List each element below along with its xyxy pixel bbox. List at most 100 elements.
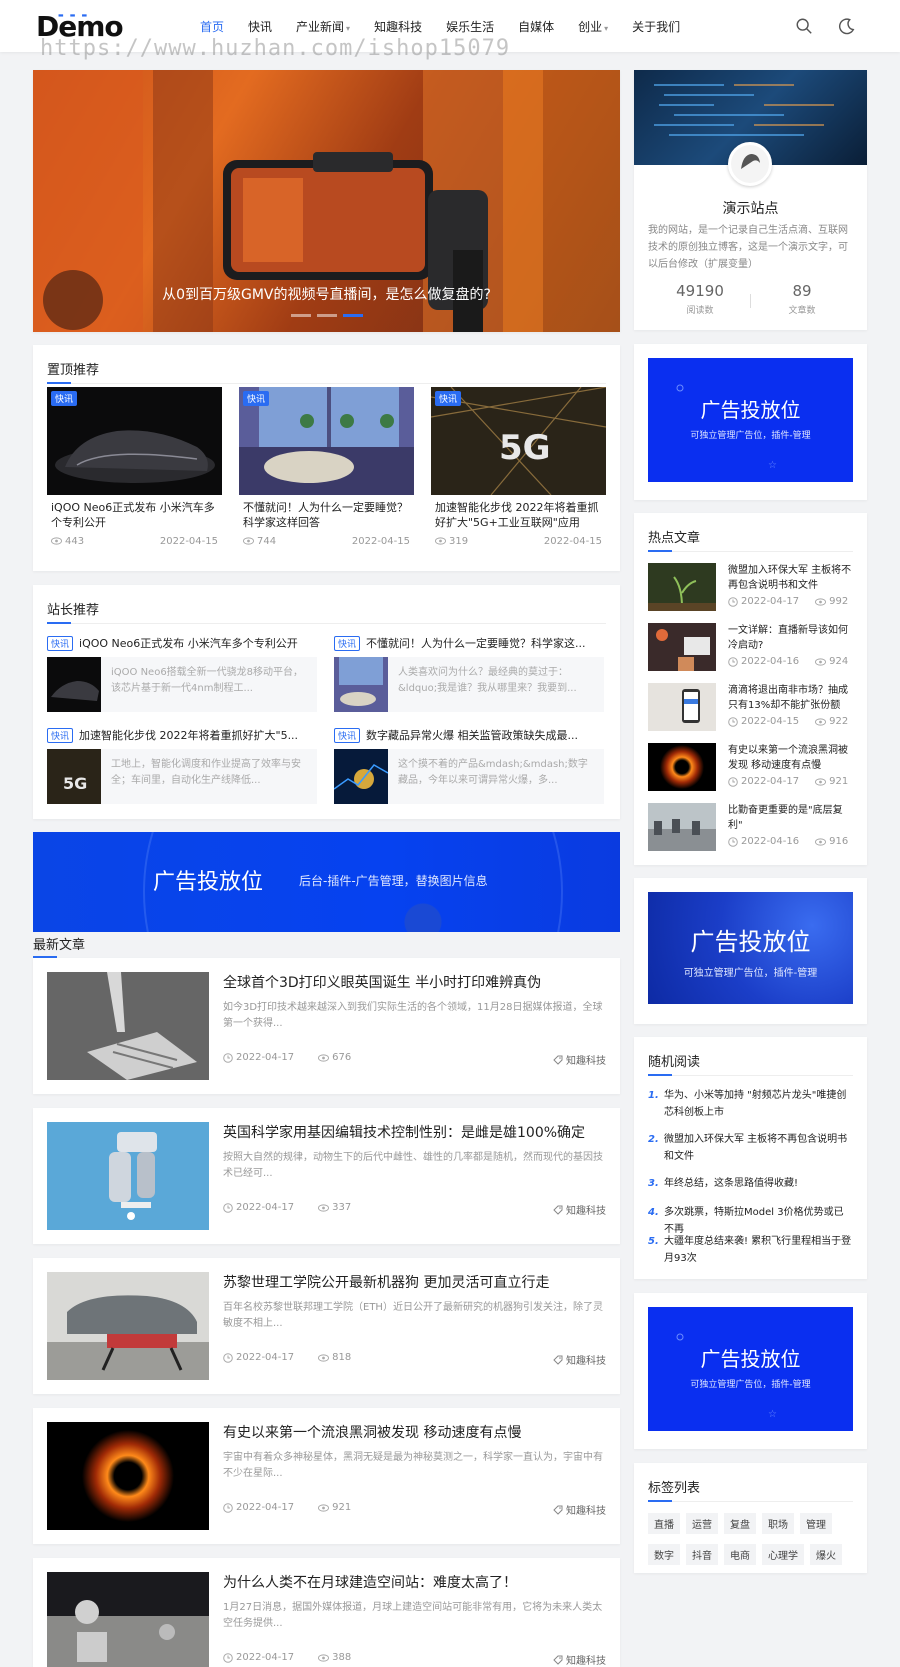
moon-icon[interactable] — [838, 17, 856, 35]
category-badge[interactable]: 快讯 — [334, 727, 361, 743]
tag-chip[interactable]: 职场 — [762, 1513, 794, 1534]
article-category[interactable]: 知趣科技 — [553, 1052, 606, 1067]
article-thumbnail[interactable] — [47, 1572, 209, 1667]
item-title[interactable]: 不懂就问！人为什么一定要睡觉？科学家这... — [366, 635, 586, 651]
nav-item[interactable]: 知趣科技 — [374, 18, 422, 35]
hot-article-item[interactable]: 一文详解：直播新导该如何冷启动? 2022-04-16 924 — [648, 623, 853, 671]
recommend-title[interactable]: 不懂就问！人为什么一定要睡觉？科学家这样回答 — [239, 500, 414, 530]
recommend-card[interactable]: 5G 快讯 加速智能化步伐 2022年将着重抓好扩大"5G+工业互联网"应用 319 2… — [431, 387, 606, 547]
tag-chip[interactable]: 直播 — [648, 1513, 680, 1534]
item-thumbnail[interactable]: 5G — [47, 749, 101, 804]
random-article-item[interactable]: 2. 微盟加入环保大军 主板将不再包含说明书和文件 — [648, 1131, 853, 1165]
tag-chip[interactable]: 爆火 — [810, 1544, 842, 1565]
hero-slider[interactable]: 从0到百万级GMV的视频号直播间，是怎么做复盘的? — [33, 70, 620, 332]
item-thumbnail[interactable] — [333, 749, 389, 804]
editor-recommend-item[interactable]: 快讯 不懂就问！人为什么一定要睡觉？科学家这... 人类喜欢问为什么？最经典的莫过于… — [334, 635, 604, 712]
item-title[interactable]: 数字藏品异常火爆 相关监管政策缺失成最... — [366, 727, 578, 743]
article-title[interactable]: 英国科学家用基因编辑技术控制性别：是雌是雄100%确定 — [223, 1122, 585, 1142]
slider-dot-active[interactable] — [343, 314, 363, 317]
hot-article-item[interactable]: 微盟加入环保大军 主板将不再包含说明书和文件 2022-04-17 992 — [648, 563, 853, 611]
avatar[interactable] — [728, 142, 772, 186]
editor-recommend-item[interactable]: 快讯 数字藏品异常火爆 相关监管政策缺失成最... 这个摸不着的产品&mdash;&… — [333, 727, 604, 804]
nav-item[interactable]: 自媒体 — [518, 18, 554, 35]
nav-item[interactable]: 创业 ▾ — [578, 18, 608, 35]
recommend-card[interactable]: 快讯 iQOO Neo6正式发布 小米汽车多个专利公开 443 2022-04-15 — [47, 387, 222, 547]
hot-article-title[interactable]: 微盟加入环保大军 主板将不再包含说明书和文件 — [728, 563, 853, 593]
article-thumbnail[interactable] — [47, 1122, 209, 1230]
recommend-title[interactable]: 加速智能化步伐 2022年将着重抓好扩大"5G+工业互联网"应用 — [431, 500, 606, 530]
article-category[interactable]: 知趣科技 — [553, 1502, 606, 1517]
article-title[interactable]: 有史以来第一个流浪黑洞被发现 移动速度有点慢 — [223, 1422, 521, 1442]
hot-article-title[interactable]: 滴滴将退出南非市场？抽成只有13%却不能扩张份额 — [728, 683, 853, 713]
random-article-item[interactable]: 3. 年终总结，这条思路值得收藏! — [648, 1175, 853, 1192]
category-badge[interactable]: 快讯 — [47, 727, 74, 743]
item-title[interactable]: iQOO Neo6正式发布 小米汽车多个专利公开 — [79, 635, 298, 651]
hot-article-item[interactable]: 有史以来第一个流浪黑洞被发现 移动速度有点慢 2022-04-17 921 — [648, 743, 853, 791]
recommend-thumbnail[interactable]: 快讯 — [47, 387, 222, 495]
item-title[interactable]: 大疆年度总结来袭! 累积飞行里程相当于登月93次 — [664, 1233, 853, 1267]
recommend-thumbnail[interactable]: 快讯 — [239, 387, 414, 495]
category-badge[interactable]: 快讯 — [47, 635, 74, 651]
article-card[interactable]: 有史以来第一个流浪黑洞被发现 移动速度有点慢 宇宙中有着众多神秘星体，黑洞无疑是最… — [33, 1408, 620, 1544]
recommend-title[interactable]: iQOO Neo6正式发布 小米汽车多个专利公开 — [47, 500, 222, 530]
hot-article-thumbnail[interactable] — [648, 563, 716, 611]
editor-recommend-item[interactable]: 快讯 加速智能化步伐 2022年将着重抓好扩大"5... 5G 工地上，智能化调度和作… — [47, 727, 317, 804]
item-title[interactable]: 微盟加入环保大军 主板将不再包含说明书和文件 — [664, 1131, 853, 1165]
sidebar-ad-2[interactable]: 广告投放位 可独立管理广告位，插件-管理 — [634, 878, 867, 1024]
tag-chip[interactable]: 数字 — [648, 1544, 680, 1565]
random-article-item[interactable]: 5. 大疆年度总结来袭! 累积飞行里程相当于登月93次 — [648, 1233, 853, 1267]
item-title[interactable]: 华为、小米等加持 "射频芯片龙头"唯捷创芯科创板上市 — [664, 1087, 853, 1121]
tag-chip[interactable]: 心理学 — [762, 1544, 804, 1565]
article-title[interactable]: 苏黎世理工学院公开最新机器狗 更加灵活可直立行走 — [223, 1272, 549, 1292]
article-card[interactable]: 为什么人类不在月球建造空间站：难度太高了！ 1月27日消息，据国外媒体报道，月球上… — [33, 1558, 620, 1667]
item-thumbnail[interactable] — [47, 657, 101, 712]
item-thumbnail[interactable] — [334, 657, 388, 712]
article-thumbnail[interactable] — [47, 1272, 209, 1380]
hot-article-thumbnail[interactable] — [648, 623, 716, 671]
slider-dot[interactable] — [291, 314, 311, 317]
sidebar-ad-3[interactable]: ☆ 广告投放位 可独立管理广告位，插件-管理 — [634, 1293, 867, 1449]
random-article-item[interactable]: 1. 华为、小米等加持 "射频芯片龙头"唯捷创芯科创板上市 — [648, 1087, 853, 1121]
ad-banner-wide[interactable]: 广告投放位 后台-插件-广告管理，替换图片信息 — [33, 832, 620, 932]
recommend-card[interactable]: 快讯 不懂就问！人为什么一定要睡觉？科学家这样回答 744 2022-04-15 — [239, 387, 414, 547]
category-badge[interactable]: 快讯 — [51, 391, 78, 406]
article-title[interactable]: 为什么人类不在月球建造空间站：难度太高了！ — [223, 1572, 517, 1592]
article-card[interactable]: 英国科学家用基因编辑技术控制性别：是雌是雄100%确定 按照大自然的规律，动物生下… — [33, 1108, 620, 1244]
article-title[interactable]: 全球首个3D打印义眼英国诞生 半小时打印难辨真伪 — [223, 972, 541, 992]
search-icon[interactable] — [795, 17, 813, 35]
tag-chip[interactable]: 电商 — [724, 1544, 756, 1565]
nav-item[interactable]: 首页 — [200, 18, 224, 35]
item-title[interactable]: 年终总结，这条思路值得收藏! — [664, 1175, 798, 1192]
hot-article-item[interactable]: 比勤奋更重要的是"底层复利" 2022-04-16 916 — [648, 803, 853, 851]
article-card[interactable]: 苏黎世理工学院公开最新机器狗 更加灵活可直立行走 百年名校苏黎世联邦理工学院（ET… — [33, 1258, 620, 1394]
hot-article-item[interactable]: 滴滴将退出南非市场？抽成只有13%却不能扩张份额 2022-04-15 922 — [648, 683, 853, 731]
nav-item[interactable]: 快讯 — [248, 18, 272, 35]
category-badge[interactable]: 快讯 — [435, 391, 462, 406]
tag-chip[interactable]: 运营 — [686, 1513, 718, 1534]
hot-article-title[interactable]: 有史以来第一个流浪黑洞被发现 移动速度有点慢 — [728, 743, 853, 773]
tag-chip[interactable]: 管理 — [800, 1513, 832, 1534]
hero-caption[interactable]: 从0到百万级GMV的视频号直播间，是怎么做复盘的? — [33, 284, 620, 304]
article-category[interactable]: 知趣科技 — [553, 1202, 606, 1217]
sidebar-ad-1[interactable]: ☆ 广告投放位 可独立管理广告位，插件-管理 — [634, 344, 867, 500]
nav-item[interactable]: 娱乐生活 — [446, 18, 494, 35]
nav-item[interactable]: 关于我们 — [632, 18, 680, 35]
tag-chip[interactable]: 复盘 — [724, 1513, 756, 1534]
tag-chip[interactable]: 抖音 — [686, 1544, 718, 1565]
article-category[interactable]: 知趣科技 — [553, 1652, 606, 1667]
nav-item[interactable]: 产业新闻 ▾ — [296, 18, 350, 35]
hot-article-thumbnail[interactable] — [648, 803, 716, 851]
editor-recommend-item[interactable]: 快讯 iQOO Neo6正式发布 小米汽车多个专利公开 iQOO Neo6搭载全新一… — [47, 635, 317, 712]
hot-article-thumbnail[interactable] — [648, 683, 716, 731]
hot-article-title[interactable]: 一文详解：直播新导该如何冷启动? — [728, 623, 853, 653]
article-card[interactable]: 全球首个3D打印义眼英国诞生 半小时打印难辨真伪 如今3D打印技术越来越深入到我们… — [33, 958, 620, 1094]
item-title[interactable]: 加速智能化步伐 2022年将着重抓好扩大"5... — [79, 727, 298, 743]
article-thumbnail[interactable] — [47, 1422, 209, 1530]
article-category[interactable]: 知趣科技 — [553, 1352, 606, 1367]
category-badge[interactable]: 快讯 — [334, 635, 361, 651]
hot-article-title[interactable]: 比勤奋更重要的是"底层复利" — [728, 803, 853, 833]
hot-article-thumbnail[interactable] — [648, 743, 716, 791]
category-badge[interactable]: 快讯 — [243, 391, 270, 406]
article-thumbnail[interactable] — [47, 972, 209, 1080]
recommend-thumbnail[interactable]: 5G 快讯 — [431, 387, 606, 495]
